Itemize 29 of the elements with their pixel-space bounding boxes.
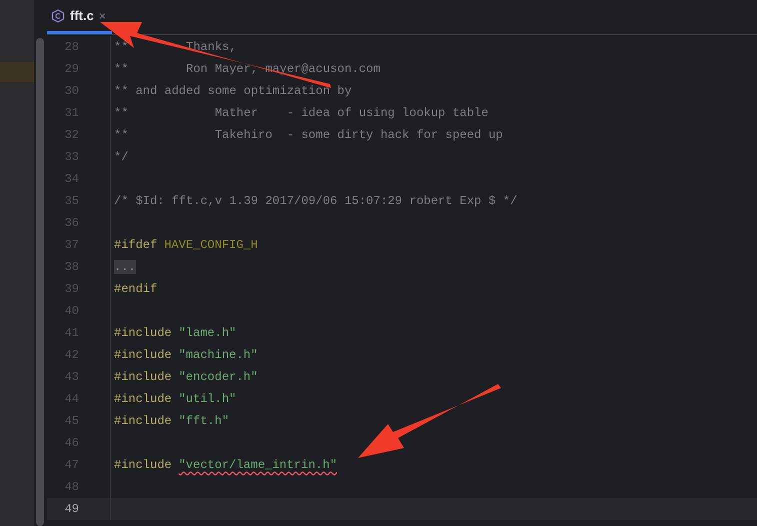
preprocessor-directive: #include: [114, 370, 172, 384]
string-literal: "util.h": [178, 392, 236, 406]
code-comment: ** Thanks,: [114, 40, 236, 54]
preprocessor-directive: #ifdef: [114, 238, 158, 252]
string-literal: "fft.h": [178, 414, 230, 428]
code-comment: ** and added some optimization by: [114, 84, 352, 98]
preprocessor-directive: #include: [114, 348, 172, 362]
string-literal: "encoder.h": [178, 370, 258, 384]
preprocessor-directive: #endif: [114, 282, 158, 296]
string-literal: "lame.h": [178, 326, 236, 340]
code-comment: ** Takehiro - some dirty hack for speed up: [114, 128, 503, 142]
preprocessor-directive: #include: [114, 326, 172, 340]
selected-file-row[interactable]: [0, 62, 34, 82]
folded-code: ...: [114, 260, 136, 274]
c-file-icon: [51, 8, 65, 22]
preprocessor-directive: #include: [114, 458, 172, 472]
preprocessor-directive: #include: [114, 414, 172, 428]
unresolved-include: "vector/lame_intrin.h": [178, 458, 338, 472]
macro-name: HAVE_CONFIG_H: [164, 238, 258, 252]
line-number: 49: [64, 502, 79, 516]
code-comment: ** Ron Mayer, mayer@acuson.com: [114, 62, 380, 76]
string-literal: "machine.h": [178, 348, 258, 362]
code-comment: /* $Id: fft.c,v 1.39 2017/09/06 15:07:29 robert Exp $ */: [114, 194, 518, 208]
scrollbar[interactable]: [36, 38, 44, 526]
code-comment: */: [114, 150, 128, 164]
close-tab-button[interactable]: ×: [98, 8, 106, 22]
preprocessor-directive: #include: [114, 392, 172, 406]
tab-title: fft.c: [70, 8, 94, 23]
code-comment: ** Mather - idea of using lookup table: [114, 106, 488, 120]
